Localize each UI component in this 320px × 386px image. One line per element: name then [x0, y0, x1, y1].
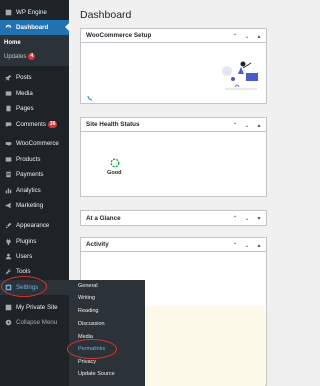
settings-icon	[3, 284, 13, 291]
move-up-icon[interactable]: ⌃	[231, 215, 239, 222]
menu-item-my-private-site[interactable]: My Private Site	[0, 300, 69, 315]
collapse-toggle-icon[interactable]: ▾	[255, 215, 263, 222]
collapse-menu-button[interactable]: Collapse Menu	[0, 315, 69, 330]
comments-icon	[3, 121, 13, 128]
health-status-label: Good	[107, 170, 122, 176]
private-site-icon	[3, 304, 13, 311]
updates-count-badge: 4	[28, 53, 36, 60]
move-down-icon[interactable]: ⌄	[243, 33, 251, 40]
menu-item-appearance[interactable]: Appearance	[0, 218, 69, 233]
site-health-card: Site Health Status ⌃ ⌄ ▴ Good	[80, 117, 267, 197]
menu-item-posts[interactable]: Posts	[0, 70, 69, 85]
menu-item-comments[interactable]: Comments 36	[0, 117, 69, 132]
menu-item-settings[interactable]: Settings	[0, 280, 69, 295]
plug-icon	[3, 238, 13, 245]
at-a-glance-card: At a Glance ⌃ ⌄ ▾	[80, 210, 267, 226]
pages-icon	[3, 105, 13, 112]
flyout-item-update-source[interactable]: Update Source	[78, 371, 115, 377]
archive-icon	[3, 156, 13, 163]
move-up-icon[interactable]: ⌃	[231, 33, 239, 40]
move-down-icon[interactable]: ⌄	[243, 242, 251, 249]
collapse-toggle-icon[interactable]: ▴	[255, 122, 263, 129]
menu-item-media[interactable]: Media	[0, 86, 69, 101]
page-title: Dashboard	[80, 9, 132, 21]
dashboard-icon	[3, 24, 13, 31]
settings-flyout-menu: General Writing Reading Discussion Media…	[65, 280, 145, 386]
flyout-item-permalinks[interactable]: Permalinks	[78, 346, 105, 352]
dashboard-submenu: Home Updates 4	[0, 35, 69, 66]
menu-item-marketing[interactable]: Marketing	[0, 198, 69, 213]
bar-chart-icon	[3, 187, 13, 194]
admin-sidebar: WP Engine Dashboard Home Updates 4 Posts…	[0, 0, 69, 386]
woocommerce-setup-card: WooCommerce Setup ⌃ ⌄ ▴	[80, 28, 267, 104]
flyout-item-general[interactable]: General	[78, 283, 98, 289]
menu-item-plugins[interactable]: Plugins	[0, 234, 69, 249]
woocommerce-icon	[3, 140, 13, 147]
megaphone-icon	[3, 202, 13, 209]
menu-item-woocommerce[interactable]: WooCommerce	[0, 136, 69, 151]
menu-item-tools[interactable]: Tools	[0, 264, 69, 279]
menu-item-users[interactable]: Users	[0, 249, 69, 264]
flyout-item-media[interactable]: Media	[78, 334, 93, 340]
menu-item-wp-engine[interactable]: WP Engine	[0, 5, 69, 20]
menu-item-payments[interactable]: Payments	[0, 167, 69, 182]
loading-arc-icon	[87, 95, 93, 101]
wp-engine-icon	[3, 9, 13, 16]
move-up-icon[interactable]: ⌃	[231, 242, 239, 249]
comments-count-badge: 36	[47, 121, 58, 128]
collapse-icon	[3, 319, 13, 326]
move-down-icon[interactable]: ⌄	[243, 215, 251, 222]
pin-icon	[3, 74, 13, 81]
menu-item-products[interactable]: Products	[0, 152, 69, 167]
flyout-item-discussion[interactable]: Discussion	[78, 321, 105, 327]
setup-illustration	[222, 61, 258, 90]
collapse-toggle-icon[interactable]: ▴	[255, 33, 263, 40]
menu-item-dashboard[interactable]: Dashboard	[0, 20, 69, 35]
flyout-item-reading[interactable]: Reading	[78, 308, 99, 314]
payments-icon	[3, 171, 13, 178]
user-icon	[3, 253, 13, 260]
activity-yellow-panel	[145, 306, 265, 386]
paintbrush-icon	[3, 222, 13, 229]
submenu-updates[interactable]: Updates 4	[4, 53, 36, 60]
submenu-home[interactable]: Home	[4, 40, 21, 46]
health-status-circle-icon	[110, 158, 120, 168]
wrench-icon	[3, 268, 13, 275]
collapse-toggle-icon[interactable]: ▴	[255, 242, 263, 249]
media-icon	[3, 90, 13, 97]
move-down-icon[interactable]: ⌄	[243, 122, 251, 129]
menu-item-pages[interactable]: Pages	[0, 101, 69, 116]
menu-item-analytics[interactable]: Analytics	[0, 183, 69, 198]
flyout-item-writing[interactable]: Writing	[78, 295, 95, 301]
move-up-icon[interactable]: ⌃	[231, 122, 239, 129]
flyout-item-privacy[interactable]: Privacy	[78, 359, 96, 365]
